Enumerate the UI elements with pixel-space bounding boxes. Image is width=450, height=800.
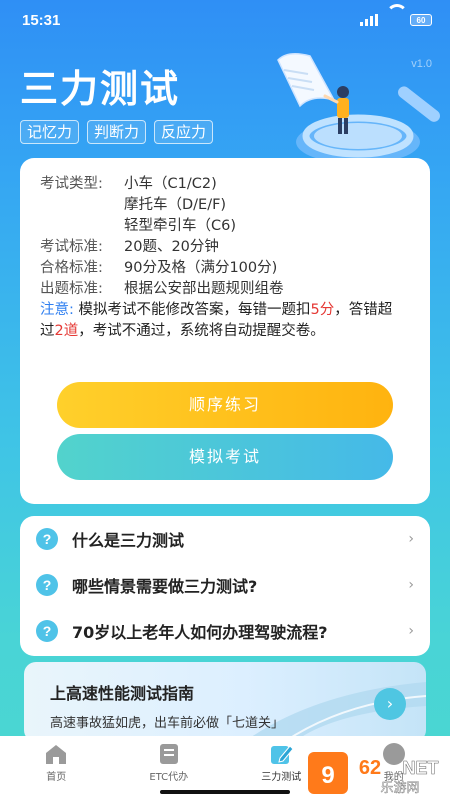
faq-item[interactable]: ? 哪些情景需要做三力测试? › xyxy=(36,562,414,608)
status-icons: 60 xyxy=(360,4,432,26)
info-value: 90分及格（满分100分) xyxy=(124,260,278,276)
info-row-standard: 考试标准: 20题、20分钟 xyxy=(40,237,414,258)
faq-question: 70岁以上老年人如何办理驾驶流程? xyxy=(72,623,328,642)
info-label: 考试类型: xyxy=(40,176,103,192)
info-row-pass: 合格标准: 90分及格（满分100分) xyxy=(40,258,414,279)
home-indicator xyxy=(160,790,290,794)
skill-tags: 记忆力 判断力 反应力 xyxy=(20,120,214,144)
article-desc: 高速事故猛如虎，出车前必做「七道关」 xyxy=(50,716,285,731)
page-title: 三力测试 xyxy=(20,69,181,111)
faq-question: 什么是三力测试 xyxy=(72,531,185,550)
chevron-right-icon: › xyxy=(408,623,414,639)
question-icon: ? xyxy=(36,528,58,550)
question-icon: ? xyxy=(36,620,58,642)
arrow-right-icon[interactable]: › xyxy=(374,688,406,720)
article-card[interactable]: 上高速性能测试指南 高速事故猛如虎，出车前必做「七道关」 › xyxy=(24,662,426,742)
faq-item[interactable]: ? 什么是三力测试 › xyxy=(36,516,414,562)
vehicle-type-car: 小车（C1/C2) xyxy=(124,176,217,192)
wifi-icon xyxy=(386,4,408,26)
tag-reaction: 反应力 xyxy=(154,120,214,144)
svg-text:.NET: .NET xyxy=(397,758,438,778)
exam-notice: 注意: 模拟考试不能修改答案，每错一题扣5分，答错超过2道，考试不通过，系统将自… xyxy=(40,300,406,342)
svg-text:62: 62 xyxy=(359,757,381,779)
chevron-right-icon: › xyxy=(408,531,414,547)
info-label: 合格标准: xyxy=(40,260,103,276)
info-row-type: 考试类型: 小车（C1/C2) 摩托车（D/E/F) 轻型牵引车（C6) xyxy=(40,174,414,237)
signal-icon xyxy=(360,14,378,26)
document-icon xyxy=(159,744,178,764)
info-value: 小车（C1/C2) 摩托车（D/E/F) 轻型牵引车（C6) xyxy=(124,174,414,237)
article-title: 上高速性能测试指南 xyxy=(50,684,195,703)
exam-info-list: 考试类型: 小车（C1/C2) 摩托车（D/E/F) 轻型牵引车（C6) 考试标… xyxy=(40,174,414,300)
faq-card: ? 什么是三力测试 › ? 哪些情景需要做三力测试? › ? 70岁以上老年人如… xyxy=(20,516,430,656)
notice-text: ，考试不通过，系统将自动提醒交卷。 xyxy=(78,323,325,339)
notice-deduct: 5分 xyxy=(310,302,335,318)
info-label: 考试标准: xyxy=(40,239,103,255)
edit-icon xyxy=(271,745,294,764)
home-icon xyxy=(46,745,67,764)
svg-text:9: 9 xyxy=(321,762,334,789)
svg-text:乐游网: 乐游网 xyxy=(380,781,419,796)
vehicle-type-motorcycle: 摩托车（D/E/F) xyxy=(124,197,227,213)
notice-lead: 注意: xyxy=(40,302,74,318)
notice-text: 模拟考试不能修改答案，每错一题扣 xyxy=(73,302,311,318)
info-value: 20题、20分钟 xyxy=(124,239,219,255)
chevron-right-icon: › xyxy=(408,577,414,593)
mock-exam-button[interactable]: 模拟考试 xyxy=(57,434,393,480)
notice-limit: 2道 xyxy=(54,323,79,339)
tag-judgement: 判断力 xyxy=(87,120,147,144)
question-icon: ? xyxy=(36,574,58,596)
info-row-rules: 出题标准: 根据公安部出题规则组卷 xyxy=(40,279,414,300)
info-value: 根据公安部出题规则组卷 xyxy=(124,281,284,297)
tab-label: 三力测试 xyxy=(261,772,302,783)
magnifier-illustration xyxy=(277,53,440,164)
sequential-practice-button[interactable]: 顺序练习 xyxy=(57,382,393,428)
info-label: 出题标准: xyxy=(40,281,103,297)
battery-icon: 60 xyxy=(410,14,432,26)
exam-info-card: 考试类型: 小车（C1/C2) 摩托车（D/E/F) 轻型牵引车（C6) 考试标… xyxy=(20,158,430,504)
status-time: 15:31 xyxy=(22,11,61,29)
vehicle-type-trailer: 轻型牵引车（C6) xyxy=(124,218,237,234)
site-watermark-logo: 9 62 .NET 乐游网 xyxy=(308,752,439,796)
tab-label: 首页 xyxy=(46,772,67,783)
faq-item[interactable]: ? 70岁以上老年人如何办理驾驶流程? › xyxy=(36,608,414,654)
status-bar: 15:31 60 xyxy=(0,0,450,40)
tag-memory: 记忆力 xyxy=(20,120,80,144)
tab-home[interactable]: 首页 xyxy=(0,736,113,800)
faq-question: 哪些情景需要做三力测试? xyxy=(72,577,258,596)
tab-label: ETC代办 xyxy=(149,772,189,783)
